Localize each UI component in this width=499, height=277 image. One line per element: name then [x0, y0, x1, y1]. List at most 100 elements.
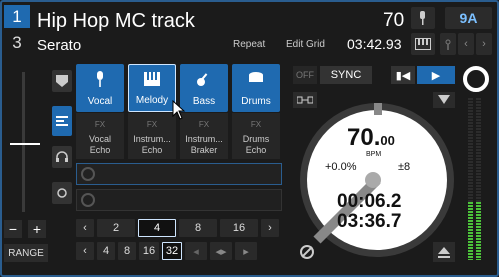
- cue-button[interactable]: ▮◀: [391, 66, 415, 84]
- fx-tag: FX: [250, 120, 262, 129]
- guitar-icon: [197, 73, 208, 86]
- platter-marker: [374, 103, 382, 115]
- auto-loop-button[interactable]: 8: [118, 242, 136, 260]
- loop-double-button[interactable]: ›: [261, 219, 279, 237]
- stem-label: Vocal: [87, 96, 113, 107]
- loop-prev-button[interactable]: ‹: [76, 242, 94, 260]
- chevron-right-icon: ›: [482, 38, 486, 50]
- auto-loop-button[interactable]: 4: [97, 242, 115, 260]
- stem-drums-button[interactable]: Drums: [232, 64, 280, 112]
- gain-knob[interactable]: [461, 64, 491, 94]
- fx-tag: FX: [146, 120, 158, 129]
- platter-pitch: +0.0%: [325, 161, 357, 173]
- pitch-slider-handle[interactable]: [10, 143, 40, 145]
- fx-name-line1: Vocal: [88, 134, 112, 144]
- auto-loop-button[interactable]: 32: [162, 242, 182, 260]
- deck-number-inactive[interactable]: 3: [4, 31, 30, 54]
- fx-name-line1: Instrum...: [185, 134, 223, 144]
- remaining-time: 03:42.93: [347, 36, 402, 52]
- loop-roll-row: ‹ 2 4 8 16 ›: [76, 219, 279, 237]
- deck-number-active[interactable]: 1: [4, 5, 30, 28]
- play-icon: ▶: [431, 69, 441, 82]
- stem-fx-vocal[interactable]: FX Vocal Echo: [76, 113, 124, 159]
- loop-shift-right-button[interactable]: ▸: [235, 242, 257, 260]
- eject-button[interactable]: [433, 242, 455, 262]
- pitch-range-button[interactable]: RANGE: [4, 244, 48, 262]
- remaining-time-platter: 03:36.7: [337, 211, 402, 232]
- headphones-icon: [56, 151, 68, 162]
- stem-fx-melody[interactable]: FX Instrum... Echo: [128, 113, 176, 159]
- meter-left: [468, 202, 473, 260]
- key-icon: [445, 39, 451, 50]
- auto-loop-row: ‹ 4 8 16 32 ◂ ◂▸ ▸: [76, 242, 257, 260]
- mouse-cursor-icon: [172, 100, 186, 120]
- pitch-plus-button[interactable]: +: [28, 220, 46, 238]
- fx-name-line2: Echo: [141, 145, 163, 155]
- censor-icon: [300, 245, 314, 259]
- key-badge[interactable]: 9A: [445, 7, 492, 29]
- meter-right: [476, 202, 481, 260]
- arrow-left-icon: ◂: [193, 245, 199, 258]
- play-button[interactable]: ▶: [417, 66, 455, 84]
- level-meter: [468, 98, 488, 260]
- sync-button[interactable]: SYNC: [320, 66, 372, 84]
- chevron-left-icon: ‹: [464, 38, 468, 50]
- stem-vocal-button[interactable]: Vocal: [76, 64, 124, 112]
- key-down-button[interactable]: ‹: [458, 33, 474, 55]
- stem-label: Bass: [192, 96, 216, 107]
- loop-half-button[interactable]: ‹: [76, 219, 94, 237]
- stem-fx-bass[interactable]: FX Instrum... Braker: [180, 113, 228, 159]
- fx-tag: FX: [198, 120, 210, 129]
- fx-name-line2: Echo: [89, 145, 111, 155]
- fx-name-line1: Drums: [242, 134, 270, 144]
- stem-label: Drums: [241, 96, 271, 107]
- shift-right-icon: ▸: [243, 245, 249, 258]
- track-title: Hip Hop MC track: [37, 10, 195, 32]
- hot-cue-mode-button[interactable]: [52, 70, 72, 92]
- loop-roll-button[interactable]: 8: [179, 219, 217, 237]
- loop-roll-button[interactable]: 16: [220, 219, 258, 237]
- tap-tempo-button[interactable]: [411, 7, 435, 29]
- loop-shift-left-button[interactable]: ◂▸: [210, 242, 232, 260]
- skip-back-icon: ▮◀: [395, 69, 411, 82]
- stem-label: Melody: [135, 95, 169, 106]
- pitch-slider-track[interactable]: [22, 72, 25, 212]
- chevron-left-icon: ‹: [83, 245, 87, 257]
- platter-bpm-unit: BPM: [366, 151, 382, 158]
- fx-mode-button[interactable]: [52, 146, 72, 168]
- auto-loop-button[interactable]: 16: [139, 242, 159, 260]
- fx-name-line1: Instrum...: [133, 134, 171, 144]
- meter-right-empty: [476, 98, 481, 202]
- shift-left-icon: ◂▸: [215, 245, 227, 258]
- platter-center-dot: [365, 172, 381, 188]
- sync-off-button[interactable]: OFF: [293, 66, 317, 84]
- meter-left-empty: [468, 98, 473, 202]
- fx-name-line2: Echo: [245, 145, 267, 155]
- loop-roll-button[interactable]: 2: [97, 219, 135, 237]
- key-shift-button[interactable]: [440, 33, 456, 55]
- saved-loop-slot-1[interactable]: [76, 163, 282, 185]
- key-up-button[interactable]: ›: [476, 33, 492, 55]
- stems-mode-button[interactable]: [52, 106, 72, 136]
- fx-name-line2: Braker: [190, 145, 218, 155]
- loop-mode-button[interactable]: [52, 182, 72, 204]
- microphone-icon: [420, 11, 425, 25]
- drum-icon: [249, 72, 263, 82]
- stem-bass-button[interactable]: Bass: [180, 64, 228, 112]
- fx-tag: FX: [94, 120, 106, 129]
- censor-button[interactable]: [297, 242, 317, 262]
- loop-roll-button[interactable]: 4: [138, 219, 176, 237]
- edit-grid-button[interactable]: Edit Grid: [286, 39, 325, 50]
- microphone-icon: [97, 71, 103, 87]
- repeat-button[interactable]: Repeat: [233, 39, 265, 50]
- saved-loop-slot-2[interactable]: [76, 189, 282, 211]
- pitch-minus-button[interactable]: −: [4, 220, 22, 238]
- stem-fx-drums[interactable]: FX Drums Echo: [232, 113, 280, 159]
- stem-melody-button[interactable]: Melody: [128, 64, 176, 112]
- elapsed-time: 00:06.2: [337, 191, 402, 212]
- tag-icon: [56, 75, 68, 87]
- chevron-right-icon: ›: [268, 222, 272, 234]
- keyboard-button[interactable]: [411, 33, 435, 55]
- platter-bpm-decimal: 00: [380, 133, 395, 148]
- loop-move-back-button[interactable]: ◂: [185, 242, 207, 260]
